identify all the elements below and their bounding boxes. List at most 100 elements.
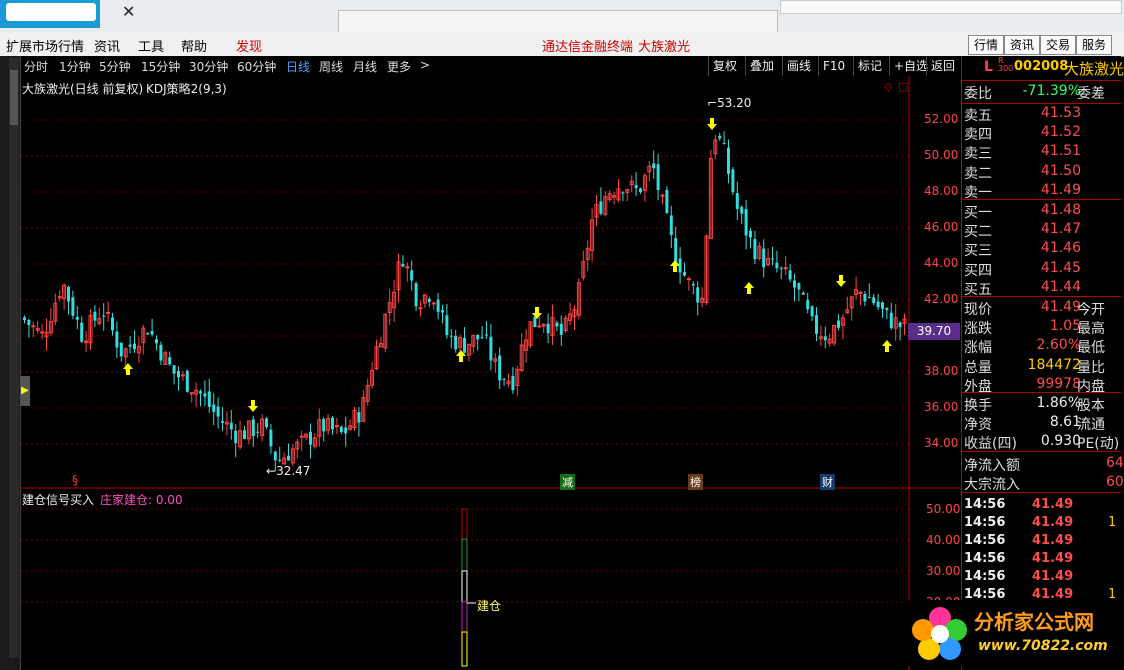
event-marker-finance[interactable]: 财 (820, 474, 835, 490)
period-tick[interactable]: 分时 (24, 58, 48, 75)
candle-body (234, 430, 238, 444)
candle-body (691, 284, 695, 286)
signal-bar-segment (461, 508, 468, 540)
candle-body (251, 419, 255, 437)
button-service[interactable]: 服务 (1076, 35, 1113, 55)
button-trade[interactable]: 交易 (1040, 35, 1077, 55)
period-month[interactable]: 月线 (353, 58, 377, 75)
period-5min[interactable]: 5分钟 (99, 58, 131, 75)
chart-title: 大族激光(日线 前复权) (22, 82, 144, 96)
y-axis-label: 36.00 (924, 400, 959, 414)
sell-arrow-icon (707, 118, 717, 130)
event-marker-reduce[interactable]: 减 (560, 474, 575, 490)
button-f10[interactable]: F10 (818, 56, 849, 76)
quote-header: L R 300 002008 大族激光 (962, 57, 1124, 79)
button-overlay[interactable]: 叠加 (745, 56, 778, 76)
subchart-y-label: 40.00 (926, 533, 961, 547)
quote-row: 买二 41.47 (964, 221, 1081, 241)
candle-body (401, 263, 405, 267)
event-marker-list[interactable]: 榜 (688, 474, 703, 490)
watermark-url: www.70822.com (978, 638, 1108, 654)
candle-body (102, 315, 106, 317)
candle-body (674, 238, 678, 263)
button-adjust[interactable]: 复权 (708, 56, 741, 76)
candle-body (696, 287, 700, 303)
candle-body (740, 206, 744, 214)
menu-item-tools[interactable]: 工具 (138, 36, 164, 55)
candle-body (480, 337, 484, 339)
period-60min[interactable]: 60分钟 (237, 58, 276, 75)
candle-body (639, 188, 642, 193)
menu-item-help[interactable]: 帮助 (181, 36, 207, 55)
quote-row: 卖二 41.50 (964, 162, 1081, 182)
candle-body (322, 418, 326, 432)
button-draw[interactable]: 画线 (782, 56, 815, 76)
candle-body (762, 248, 766, 268)
candle-body (489, 336, 493, 361)
button-back[interactable]: 返回 (926, 56, 959, 76)
candle-body (837, 320, 840, 328)
button-mark[interactable]: 标记 (853, 56, 886, 76)
square-icon[interactable]: □ (898, 80, 908, 93)
candle-body (75, 316, 79, 320)
candle-body (771, 258, 774, 260)
menu-item-news[interactable]: 资讯 (94, 36, 120, 55)
candle-body (273, 451, 277, 461)
candle-body (815, 315, 818, 334)
event-marker[interactable]: § (72, 473, 78, 487)
candle-body (810, 306, 814, 317)
period-day[interactable]: 日线 (286, 58, 310, 75)
signal-bar-segment (461, 538, 468, 572)
candle-body (111, 317, 114, 331)
tab-search-box[interactable] (6, 3, 96, 21)
candle-body (722, 143, 726, 145)
flower-logo-icon (912, 607, 967, 660)
period-1min[interactable]: 1分钟 (59, 58, 91, 75)
tick-row: 14:56 41.49 1 (964, 515, 1117, 530)
candle-body (159, 344, 163, 361)
candle-body (753, 239, 757, 260)
quote-row: 净资 8.61 流通 (964, 414, 1105, 434)
button-news[interactable]: 资讯 (1004, 35, 1041, 55)
signal-bar-segment (461, 570, 468, 603)
y-axis-label: 38.00 (924, 364, 959, 378)
candle-body (823, 336, 827, 341)
diamond-icon[interactable]: ◇ (884, 80, 892, 93)
menu-item-discover[interactable]: 发现 (236, 36, 262, 55)
chart-grid (21, 119, 909, 603)
left-scrollbar[interactable] (9, 58, 19, 658)
period-30min[interactable]: 30分钟 (189, 58, 228, 75)
background-window-2 (780, 0, 1122, 14)
candle-body (718, 135, 722, 139)
close-icon[interactable]: ✕ (122, 2, 135, 21)
kline-chart[interactable] (21, 76, 961, 670)
period-week[interactable]: 周线 (319, 58, 343, 75)
period-more[interactable]: 更多 (387, 58, 411, 75)
quote-panel: L R 300 002008 大族激光 委比 -71.39% 委差 卖五 41.53… (961, 56, 1124, 670)
button-quote[interactable]: 行情 (968, 35, 1005, 55)
candle-body (106, 311, 111, 314)
candle-body (216, 406, 220, 417)
period-15min[interactable]: 15分钟 (141, 58, 180, 75)
candle-body (243, 430, 246, 439)
menu-item-market[interactable]: 扩展市场行情 (6, 36, 84, 55)
chevron-right-icon[interactable]: > (420, 58, 430, 72)
quote-row: 卖三 41.51 (964, 143, 1081, 163)
candle-body (212, 404, 216, 412)
y-axis-label: 46.00 (924, 220, 959, 234)
candle-body (511, 376, 515, 391)
quote-row: 买一 41.48 (964, 202, 1081, 221)
weibi-row: 委比 -71.39% 委差 (964, 83, 1105, 102)
left-scrollbar-thumb[interactable] (10, 70, 18, 125)
y-axis-label: 44.00 (924, 256, 959, 270)
candle-body (93, 311, 97, 321)
candle-body (221, 421, 224, 423)
candle-body (537, 325, 542, 328)
candle-body (150, 330, 154, 335)
candle-body (427, 298, 431, 302)
candle-body (634, 184, 638, 189)
watermark-logo: 分析家公式网 www.70822.com (908, 600, 1122, 666)
subchart-title: 建仓信号买入 (22, 493, 95, 507)
candle-body (339, 426, 343, 433)
y-axis-label: 52.00 (924, 112, 959, 126)
